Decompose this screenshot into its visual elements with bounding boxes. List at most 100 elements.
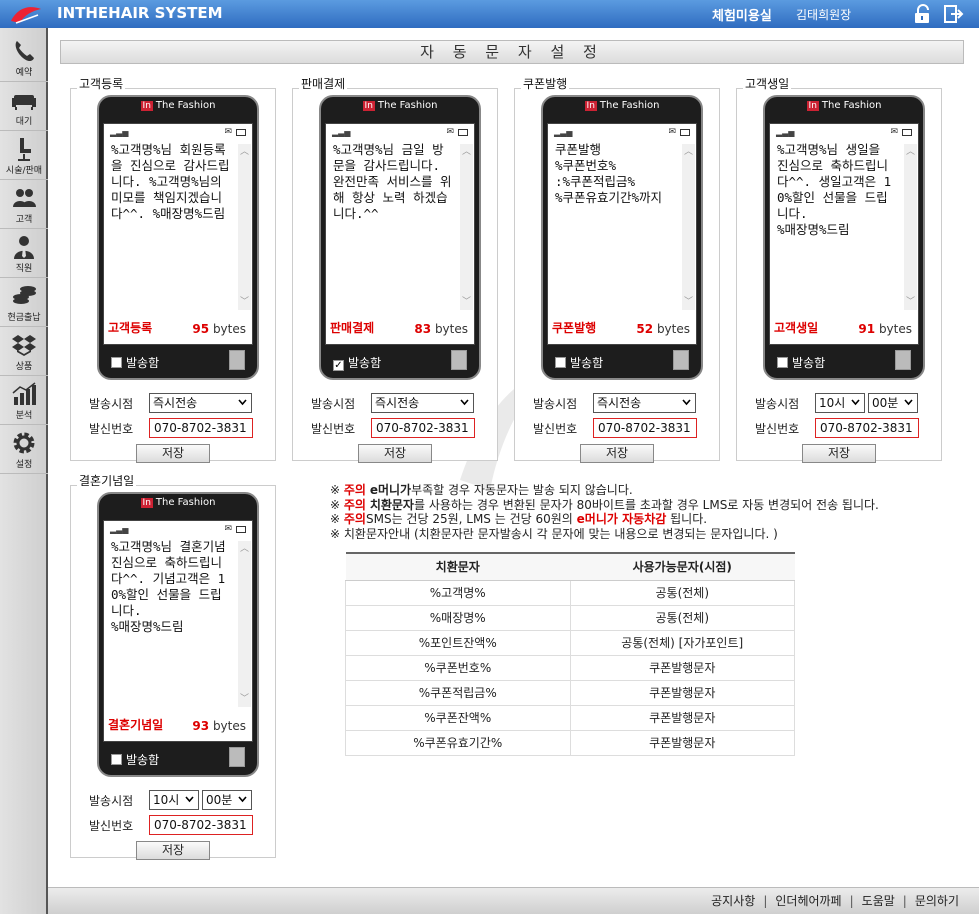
table-cell: %쿠폰번호% bbox=[345, 654, 571, 681]
document-icon[interactable] bbox=[229, 350, 245, 370]
table-cell: 쿠폰발행문자 bbox=[569, 654, 795, 681]
scroll-down-icon[interactable]: ﹀ bbox=[905, 296, 916, 308]
timing-select[interactable]: 즉시전송 bbox=[149, 393, 252, 413]
sidebar-item-products[interactable]: 상품 bbox=[0, 328, 48, 376]
message-textarea[interactable]: %고객명%님 결혼기념 진심으로 축하드립니다^^. 기념고객은 10%할인 선… bbox=[111, 539, 233, 709]
minute-select[interactable]: 00분 bbox=[202, 790, 252, 810]
note-4: ※ 치환문자안내 (치환문자란 문자발송시 각 문자에 맞는 내용으로 변경되는… bbox=[330, 526, 778, 541]
checkbox-box[interactable] bbox=[777, 357, 788, 368]
hour-select[interactable]: 10시 bbox=[815, 393, 865, 413]
sidebar-item-customers[interactable]: 고객 bbox=[0, 181, 48, 229]
sidebar-item-analysis[interactable]: 분석 bbox=[0, 377, 48, 425]
lock-icon[interactable] bbox=[912, 4, 934, 24]
chevron-down-icon bbox=[904, 399, 913, 406]
battery-icon bbox=[458, 129, 468, 136]
sender-number-input[interactable]: 070-8702-3831 bbox=[593, 418, 697, 438]
table-row: %쿠폰적립금% 쿠폰발행문자 bbox=[345, 679, 795, 706]
scroll-up-icon[interactable]: ︿ bbox=[239, 543, 250, 555]
sender-number-label: 발신번호 bbox=[533, 422, 578, 436]
sender-number-input[interactable]: 070-8702-3831 bbox=[149, 418, 253, 438]
phone-brand: In The Fashion bbox=[806, 100, 882, 111]
send-checkbox[interactable]: 발송함 bbox=[777, 354, 825, 371]
message-scrollbar[interactable]: ︿ ﹀ bbox=[682, 144, 695, 310]
notes: ※ 주의 e머니가부족할 경우 자동문자는 발송 되지 않습니다. ※ 주의 치… bbox=[330, 483, 879, 541]
footer: 공지사항 | 인더헤어까페 | 도움말 | 문의하기 bbox=[48, 887, 979, 914]
minute-select[interactable]: 00분 bbox=[868, 393, 918, 413]
send-checkbox[interactable]: ✓ 발송함 bbox=[333, 354, 381, 371]
byte-count: 93 bytes bbox=[192, 719, 246, 733]
scroll-up-icon[interactable]: ︿ bbox=[239, 146, 250, 158]
table-cell: 공통(전체) bbox=[569, 604, 795, 631]
sidebar-item-reservation[interactable]: 예약 bbox=[0, 34, 48, 82]
send-checkbox[interactable]: 발송함 bbox=[111, 354, 159, 371]
message-textarea[interactable]: %고객명%님 회원등록을 진심으로 감사드립니다. %고객명%님의 미모를 책임… bbox=[111, 142, 233, 312]
document-icon[interactable] bbox=[229, 747, 245, 767]
logo-icon[interactable] bbox=[8, 3, 44, 25]
timing-select[interactable]: 즉시전송 bbox=[371, 393, 474, 413]
section-customer-birthday: 고객생일 In The Fashion ▂▃▅ ✉ %고객명%님 생일을 진심으로… bbox=[736, 75, 942, 463]
footer-link-help[interactable]: 도움말 bbox=[862, 894, 895, 908]
scroll-up-icon[interactable]: ︿ bbox=[905, 146, 916, 158]
sidebar-item-waiting[interactable]: 대기 bbox=[0, 83, 48, 131]
hour-select[interactable]: 10시 bbox=[149, 790, 199, 810]
battery-icon bbox=[902, 129, 912, 136]
envelope-icon: ✉ bbox=[890, 127, 898, 137]
footer-link-cafe[interactable]: 인더헤어까페 bbox=[775, 894, 841, 908]
page-title: 자 동 문 자 설 정 bbox=[60, 40, 964, 64]
scroll-down-icon[interactable]: ﹀ bbox=[239, 296, 250, 308]
phone-icon bbox=[15, 41, 34, 62]
phone-preview: In The Fashion ▂▃▅ ✉ %고객명%님 회원등록을 진심으로 감사… bbox=[97, 95, 259, 380]
checkbox-box[interactable]: ✓ bbox=[333, 360, 344, 371]
document-icon[interactable] bbox=[673, 350, 689, 370]
checkbox-box[interactable] bbox=[555, 357, 566, 368]
message-textarea[interactable]: 쿠폰발행 %쿠폰번호% :%쿠폰적립금% %쿠폰유효기간%까지 bbox=[555, 142, 677, 312]
message-scrollbar[interactable]: ︿ ﹀ bbox=[460, 144, 473, 310]
message-scrollbar[interactable]: ︿ ﹀ bbox=[238, 541, 251, 707]
scroll-up-icon[interactable]: ︿ bbox=[461, 146, 472, 158]
message-scrollbar[interactable]: ︿ ﹀ bbox=[238, 144, 251, 310]
sidebar-item-cash[interactable]: 현금출납 bbox=[0, 279, 48, 327]
footer-link-notice[interactable]: 공지사항 bbox=[711, 894, 755, 908]
checkbox-box[interactable] bbox=[111, 357, 122, 368]
sidebar-item-treatment[interactable]: 시술/판매 bbox=[0, 132, 48, 180]
checkbox-box[interactable] bbox=[111, 754, 122, 765]
send-checkbox[interactable]: 발송함 bbox=[111, 751, 159, 768]
scroll-down-icon[interactable]: ﹀ bbox=[683, 296, 694, 308]
envelope-icon: ✉ bbox=[668, 127, 676, 137]
save-button[interactable]: 저장 bbox=[358, 444, 432, 463]
chevron-down-icon bbox=[185, 796, 194, 803]
save-button[interactable]: 저장 bbox=[580, 444, 654, 463]
save-button[interactable]: 저장 bbox=[136, 841, 210, 860]
section-customer-register: 고객등록 In The Fashion ▂▃▅ ✉ %고객명%님 회원등록을 진심… bbox=[70, 75, 276, 463]
sender-number-input[interactable]: 070-8702-3831 bbox=[815, 418, 919, 438]
table-header-row: 치환문자 사용가능문자(시점) bbox=[345, 552, 795, 581]
save-button[interactable]: 저장 bbox=[136, 444, 210, 463]
sidebar-item-settings[interactable]: 설정 bbox=[0, 426, 48, 474]
brand-logo: In bbox=[140, 101, 153, 111]
document-icon[interactable] bbox=[451, 350, 467, 370]
sender-number-input[interactable]: 070-8702-3831 bbox=[149, 815, 253, 835]
section-title: 고객등록 bbox=[77, 75, 126, 92]
app-title: INTHEHAIR SYSTEM bbox=[57, 4, 223, 22]
table-row: %포인트잔액% 공통(전체) [자가포인트] bbox=[345, 629, 795, 656]
footer-link-contact[interactable]: 문의하기 bbox=[915, 894, 959, 908]
timing-select[interactable]: 즉시전송 bbox=[593, 393, 696, 413]
sofa-icon bbox=[12, 95, 36, 110]
sidebar-item-staff[interactable]: 직원 bbox=[0, 230, 48, 278]
save-button[interactable]: 저장 bbox=[802, 444, 876, 463]
scroll-down-icon[interactable]: ﹀ bbox=[461, 296, 472, 308]
message-textarea[interactable]: %고객명%님 금일 방문을 감사드립니다. 완전만족 서비스를 위해 항상 노력… bbox=[333, 142, 455, 312]
chevron-down-icon bbox=[682, 399, 691, 406]
signal-icon: ▂▃▅ bbox=[110, 128, 129, 137]
scroll-down-icon[interactable]: ﹀ bbox=[239, 693, 250, 705]
message-textarea[interactable]: %고객명%님 생일을 진심으로 축하드립니다^^. 생일고객은 10%할인 선물… bbox=[777, 142, 899, 312]
sender-number-input[interactable]: 070-8702-3831 bbox=[371, 418, 475, 438]
scroll-up-icon[interactable]: ︿ bbox=[683, 146, 694, 158]
message-scrollbar[interactable]: ︿ ﹀ bbox=[904, 144, 917, 310]
send-checkbox[interactable]: 발송함 bbox=[555, 354, 603, 371]
chevron-down-icon bbox=[851, 399, 860, 406]
coins-icon bbox=[13, 286, 36, 304]
document-icon[interactable] bbox=[895, 350, 911, 370]
envelope-icon: ✉ bbox=[224, 524, 232, 534]
logout-icon[interactable] bbox=[942, 4, 964, 24]
